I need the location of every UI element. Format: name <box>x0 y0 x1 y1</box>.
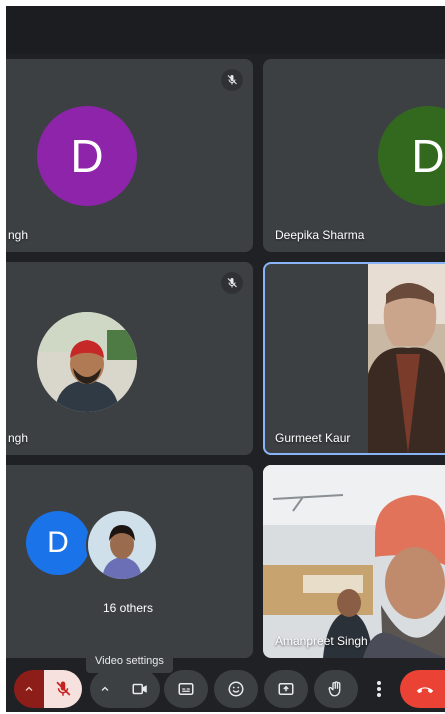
mic-off-icon <box>221 272 243 294</box>
end-call-icon <box>416 687 434 694</box>
mic-off-icon <box>221 69 243 91</box>
leave-call-button[interactable] <box>400 670 445 708</box>
captions-button[interactable] <box>164 670 208 708</box>
participant-name: ngh <box>8 228 29 242</box>
chevron-up-icon <box>101 686 109 691</box>
microphone-toggle[interactable] <box>44 670 82 708</box>
reactions-button[interactable] <box>214 670 258 708</box>
camera-toggle[interactable] <box>120 670 160 708</box>
captions-icon <box>178 683 194 695</box>
avatar-letter: D <box>70 130 104 182</box>
emoji-icon <box>228 681 244 697</box>
avatar: D <box>37 106 137 206</box>
raise-hand-icon <box>328 681 341 697</box>
present-screen-button[interactable] <box>264 670 308 708</box>
present-icon <box>278 683 294 695</box>
avatar-letter: D <box>411 130 445 182</box>
raise-hand-button[interactable] <box>314 670 358 708</box>
others-tile[interactable]: D 16 others <box>6 465 253 658</box>
participant-video <box>263 465 445 658</box>
participant-video <box>368 264 445 453</box>
top-bar <box>6 6 445 54</box>
participant-name: ngh <box>8 431 29 445</box>
participant-tile[interactable]: D ngh <box>6 59 253 252</box>
participant-tile-speaking[interactable]: Gurmeet Kaur <box>263 262 445 455</box>
participant-name: Amanpreet Singh <box>275 634 368 648</box>
meet-window: D ngh D Deepika Sharma ngh Gurmeet Kaur … <box>6 6 445 712</box>
more-vert-icon <box>377 681 381 697</box>
others-count-label: 16 others <box>102 601 154 615</box>
chevron-up-icon <box>25 686 33 691</box>
participant-tile[interactable]: D Deepika Sharma <box>263 59 445 252</box>
avatar: D <box>378 106 445 206</box>
more-options-button[interactable] <box>366 670 392 708</box>
tooltip-text: Video settings <box>95 655 164 667</box>
participant-name: Deepika Sharma <box>275 228 365 242</box>
video-options-button[interactable] <box>90 670 120 708</box>
avatar <box>37 312 137 412</box>
mic-off-icon <box>56 681 71 696</box>
avatar: D <box>26 511 90 575</box>
avatar <box>86 509 158 581</box>
participant-tile[interactable]: ngh <box>6 262 253 455</box>
participant-tile[interactable]: Amanpreet Singh <box>263 465 445 658</box>
avatar-letter: D <box>47 526 69 559</box>
camera-icon <box>132 683 147 695</box>
audio-options-button[interactable] <box>14 670 44 708</box>
participant-name: Gurmeet Kaur <box>275 431 351 445</box>
